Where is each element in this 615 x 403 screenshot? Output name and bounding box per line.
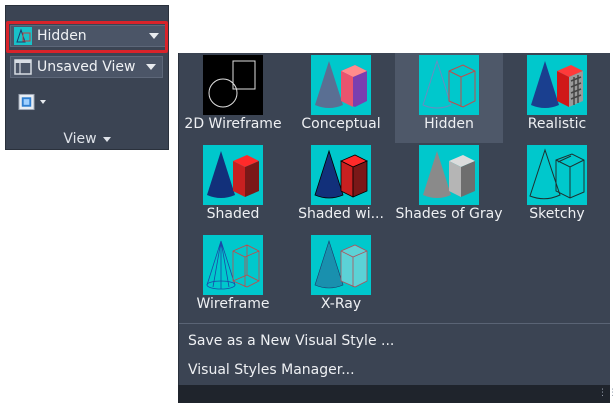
style-tile-conceptual[interactable]: Conceptual [287, 53, 395, 143]
sketchy-thumbnail-icon [527, 145, 587, 205]
style-tile-hidden[interactable]: Hidden [395, 53, 503, 143]
highlight-box [6, 21, 168, 53]
style-label: Wireframe [196, 296, 270, 312]
style-tile-shades-of-gray[interactable]: Shades of Gray [395, 143, 503, 233]
style-label: Hidden [424, 116, 474, 132]
style-tile-realistic[interactable]: Realistic [503, 53, 611, 143]
save-new-visual-style-item[interactable]: Save as a New Visual Style ... [188, 333, 394, 349]
named-view-icon [14, 59, 32, 75]
panel-title-label: View [63, 131, 97, 147]
style-tile-x-ray[interactable]: X-Ray [287, 233, 395, 323]
style-tile-sketchy[interactable]: Sketchy [503, 143, 611, 233]
style-label: X-Ray [320, 296, 362, 312]
shaded-thumbnail-icon [203, 145, 263, 205]
wireframe-thumbnail-icon [203, 235, 263, 295]
realistic-thumbnail-icon [527, 55, 587, 115]
named-view-dropdown[interactable]: Unsaved View [10, 56, 163, 78]
viewport-icon [18, 93, 35, 111]
style-tile-shaded[interactable]: Shaded [179, 143, 287, 233]
named-view-current: Unsaved View [37, 59, 136, 75]
style-tile-wireframe[interactable]: Wireframe [179, 233, 287, 323]
hidden-thumbnail-icon [419, 55, 479, 115]
shaded-with-edges-thumbnail-icon [311, 145, 371, 205]
style-label: Shaded [206, 206, 260, 222]
viewport-config-button[interactable] [18, 92, 46, 112]
style-tile-2d-wireframe[interactable]: 2D Wireframe [179, 53, 287, 143]
visual-styles-manager-item[interactable]: Visual Styles Manager... [188, 362, 355, 378]
style-label: Shaded wi... [298, 206, 384, 222]
style-tile-shaded-with-edges[interactable]: Shaded wi... [287, 143, 395, 233]
visual-style-gallery: 2D Wireframe Conceptual Hidden Realistic… [178, 53, 610, 393]
chevron-down-icon [146, 64, 156, 70]
2d-wireframe-thumbnail-icon [203, 55, 263, 115]
chevron-down-icon [40, 100, 46, 104]
style-label: Realistic [527, 116, 587, 132]
style-label: 2D Wireframe [184, 116, 282, 132]
chevron-down-icon [102, 136, 111, 142]
x-ray-thumbnail-icon [311, 235, 371, 295]
panel-title[interactable]: View [6, 131, 168, 147]
shades-of-gray-thumbnail-icon [419, 145, 479, 205]
style-label: Conceptual [301, 116, 381, 132]
style-label: Sketchy [529, 206, 585, 222]
flyout-footer-strip [178, 385, 610, 403]
conceptual-thumbnail-icon [311, 55, 371, 115]
menu-divider [179, 323, 610, 324]
resize-grip-icon[interactable]: ⋮⋮ [598, 388, 615, 398]
style-label: Shades of Gray [395, 206, 503, 222]
